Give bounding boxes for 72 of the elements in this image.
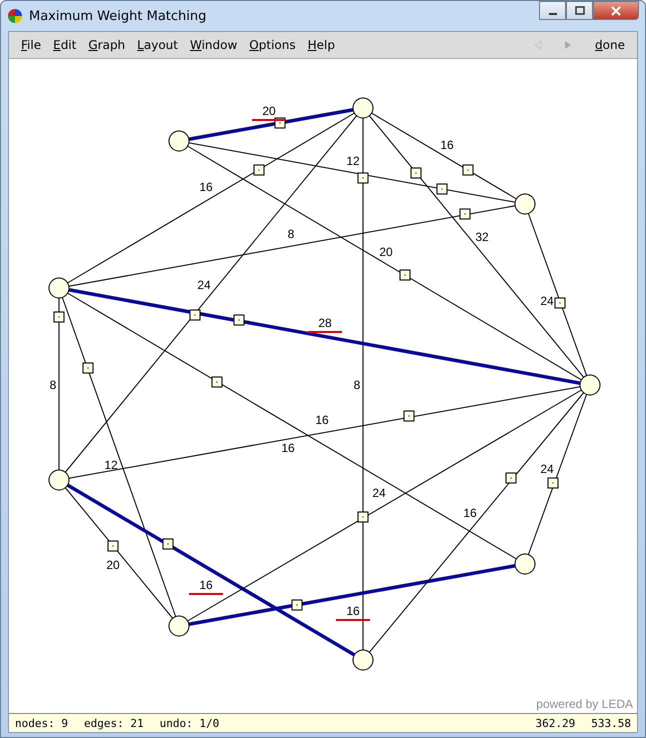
- edge-weight-label: 16: [440, 138, 454, 152]
- edge-weight-label: 16: [463, 506, 477, 520]
- edge-handle-icon[interactable]: [292, 600, 302, 610]
- edge-weight-label: 12: [346, 154, 360, 168]
- minimize-button[interactable]: [539, 1, 566, 20]
- close-button[interactable]: [593, 1, 639, 20]
- edge-weight-label: 16: [336, 604, 370, 621]
- edge-handle-icon[interactable]: [358, 172, 368, 184]
- edge-handle-icon[interactable]: [400, 270, 410, 280]
- edge-weight-label: 8: [354, 378, 360, 392]
- graph-node[interactable]: [352, 98, 374, 118]
- edge-weight-label: 32: [475, 230, 489, 244]
- minimize-icon: [548, 12, 556, 14]
- menu-item[interactable]: Window: [184, 36, 244, 54]
- menu-item[interactable]: File: [15, 36, 48, 54]
- edge-handle-icon[interactable]: [254, 164, 264, 176]
- edge-weight-label: 16: [315, 413, 329, 427]
- edge-weight-label: 24: [197, 278, 211, 292]
- edge-weight-label: 20: [106, 558, 120, 572]
- edge-weight-label: 20: [252, 104, 286, 121]
- edge-handle-icon[interactable]: [554, 298, 566, 308]
- edge-handle-icon[interactable]: [460, 208, 470, 220]
- edge-handle-icon[interactable]: [162, 538, 174, 550]
- edge-weight-label: 16: [199, 180, 213, 194]
- edge-handle-icon[interactable]: [404, 410, 414, 422]
- app-logo-icon: [7, 8, 23, 24]
- edge-weight-label: 8: [288, 227, 294, 241]
- graph-node[interactable]: [580, 374, 600, 396]
- graph-node[interactable]: [514, 194, 536, 214]
- edge-handle-icon[interactable]: [234, 314, 244, 326]
- edge-handle-icon[interactable]: [548, 478, 558, 488]
- maximize-icon: [574, 6, 586, 16]
- edge-handle-icon[interactable]: [212, 376, 222, 388]
- graph-node[interactable]: [168, 616, 190, 636]
- graph-node[interactable]: [168, 130, 190, 152]
- menu-item[interactable]: Edit: [47, 36, 82, 54]
- menu-item[interactable]: Help: [302, 36, 341, 54]
- done-button[interactable]: done: [589, 36, 631, 54]
- edge-handle-icon[interactable]: [190, 310, 200, 320]
- edge-weight-label: 16: [281, 441, 295, 455]
- window-title: Maximum Weight Matching: [29, 8, 206, 24]
- edge-handle-icon[interactable]: [410, 168, 422, 178]
- maximize-button[interactable]: [566, 1, 593, 20]
- edge-weight-label: 28: [308, 316, 342, 333]
- edge-handle-icon[interactable]: [82, 362, 94, 374]
- edge-handle-icon[interactable]: [108, 540, 118, 552]
- graph-node[interactable]: [48, 470, 70, 490]
- close-icon: [610, 6, 622, 16]
- edge-handle-icon[interactable]: [462, 164, 474, 176]
- node-count: nodes: 9: [15, 716, 68, 730]
- edge-weight-label: 24: [540, 294, 554, 308]
- edge-weight-label: 24: [540, 462, 554, 476]
- edge-weight-label: 16: [189, 578, 223, 595]
- edge-handle-icon[interactable]: [358, 512, 368, 522]
- credit-text: powered by LEDA: [536, 697, 633, 711]
- graph-node[interactable]: [514, 554, 536, 574]
- edge-handle-icon[interactable]: [436, 184, 448, 194]
- edge-handle-icon[interactable]: [54, 312, 64, 322]
- edge-weight-label: 20: [379, 245, 393, 259]
- edge-weight-label: 12: [104, 458, 118, 472]
- edge-weight-label: 24: [372, 486, 386, 500]
- menu-item[interactable]: Layout: [131, 36, 184, 54]
- y-coordinate: 533.58: [591, 716, 631, 730]
- edge-handle-icon[interactable]: [506, 472, 516, 484]
- menu-item[interactable]: Options: [243, 36, 302, 54]
- menu-item[interactable]: Graph: [82, 36, 132, 54]
- edge-count: edges: 21: [84, 716, 144, 730]
- undo-count: undo: 1/0: [160, 716, 220, 730]
- graph-node[interactable]: [352, 650, 374, 670]
- edge-weight-label: 8: [50, 378, 56, 392]
- graph-node[interactable]: [48, 278, 70, 298]
- x-coordinate: 362.29: [536, 716, 576, 730]
